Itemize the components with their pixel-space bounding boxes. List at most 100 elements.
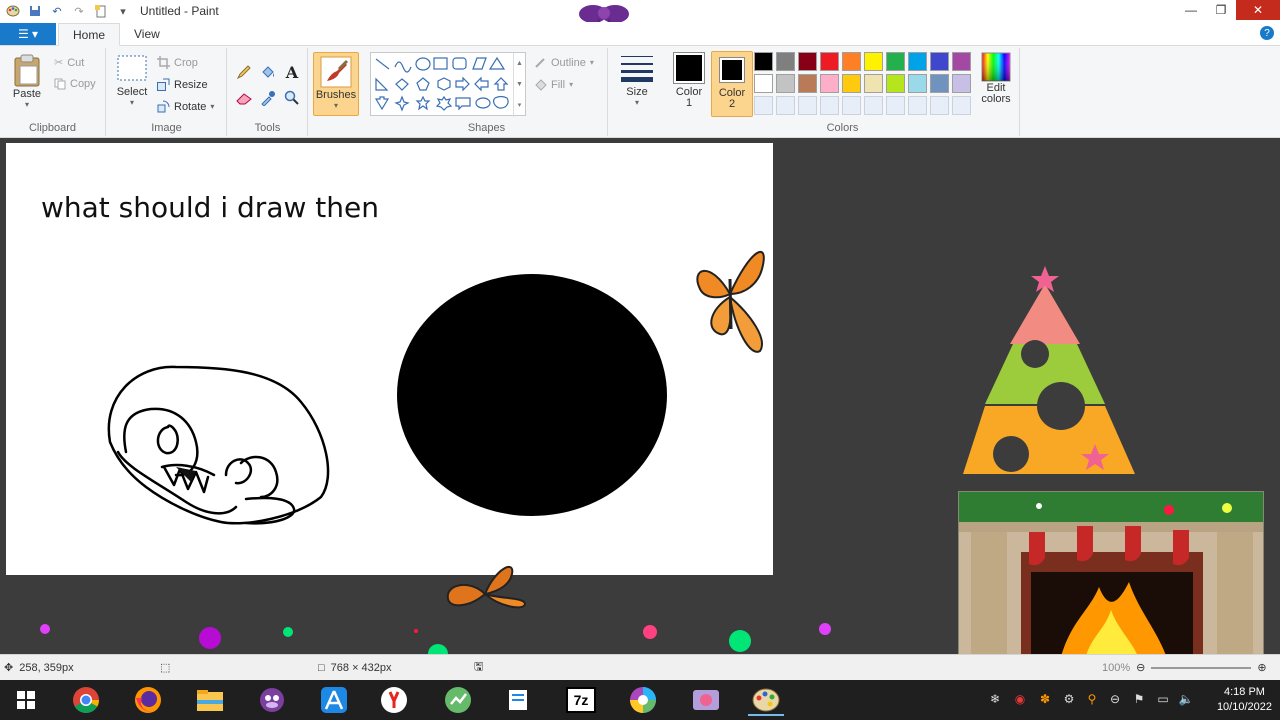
crop-button[interactable]: Crop	[157, 56, 198, 69]
close-button[interactable]: ✕	[1236, 0, 1280, 20]
paste-button[interactable]: Paste ▾	[8, 54, 46, 109]
volume-icon[interactable]: 🔈	[1177, 690, 1195, 708]
palette-color-swatch[interactable]	[798, 74, 817, 93]
palette-color-swatch[interactable]	[842, 52, 861, 71]
select-button[interactable]: Select ▾	[113, 54, 151, 107]
custom-color-slot[interactable]	[930, 96, 949, 115]
zoom-in-icon[interactable]: ⊕	[1257, 661, 1266, 674]
flag-icon[interactable]: ⚑	[1130, 690, 1148, 708]
yandex-icon[interactable]	[376, 684, 412, 716]
help-icon[interactable]: ?	[1260, 26, 1274, 40]
palette-color-swatch[interactable]	[886, 52, 905, 71]
drawing-canvas[interactable]: what should i draw then	[6, 143, 773, 575]
search-tray-icon[interactable]: ⚲	[1083, 690, 1101, 708]
colors-group: Color 1 Color 2 Edit colors Colors	[666, 48, 1020, 136]
color-wheel-icon[interactable]	[625, 684, 661, 716]
paste-icon	[14, 54, 40, 87]
battery-icon[interactable]: ▭	[1154, 690, 1172, 708]
custom-color-slot[interactable]	[820, 96, 839, 115]
custom-color-slot[interactable]	[842, 96, 861, 115]
palette-color-swatch[interactable]	[952, 52, 971, 71]
firefox-icon[interactable]	[130, 684, 166, 716]
custom-color-slot[interactable]	[908, 96, 927, 115]
palette-color-swatch[interactable]	[930, 52, 949, 71]
palette-color-swatch[interactable]	[908, 74, 927, 93]
zoom-out-icon[interactable]: ⊖	[1136, 661, 1145, 674]
size-button[interactable]: Size ▾	[617, 52, 657, 107]
text-tool-icon[interactable]: A	[282, 62, 302, 82]
file-explorer-icon[interactable]	[192, 684, 228, 716]
resize-button[interactable]: Resize	[157, 78, 208, 91]
custom-color-slot[interactable]	[886, 96, 905, 115]
edit-colors-button[interactable]: Edit colors	[976, 52, 1016, 105]
media-app-icon[interactable]	[688, 684, 724, 716]
file-menu-button[interactable]: ☰ ▾	[0, 23, 56, 45]
restore-button[interactable]: ❐	[1206, 0, 1236, 20]
redo-icon[interactable]: ↷	[70, 3, 88, 19]
pencil-tool[interactable]	[234, 62, 254, 82]
color1-button[interactable]: Color 1	[670, 52, 708, 109]
palette-color-swatch[interactable]	[798, 52, 817, 71]
undo-icon[interactable]: ↶	[48, 3, 66, 19]
paint-app-icon[interactable]	[4, 3, 22, 19]
clock[interactable]: 4:18 PM 10/10/2022	[1217, 685, 1272, 715]
custom-color-slot[interactable]	[754, 96, 773, 115]
minimize-button[interactable]: —	[1176, 0, 1206, 20]
tab-home[interactable]: Home	[58, 23, 121, 46]
7zip-label: 7z	[566, 687, 596, 713]
windows-start-icon[interactable]	[8, 684, 44, 716]
palette-color-swatch[interactable]	[864, 52, 883, 71]
palette-color-swatch[interactable]	[754, 74, 773, 93]
fill-label: Fill	[551, 78, 566, 91]
outline-button[interactable]: Outline ▾	[534, 56, 594, 69]
chart-app-icon[interactable]	[440, 684, 476, 716]
shapes-scroll[interactable]: ▲ ▼ ▾	[513, 53, 525, 117]
palette-color-swatch[interactable]	[820, 52, 839, 71]
palette-color-swatch[interactable]	[776, 74, 795, 93]
palette-color-swatch[interactable]	[952, 74, 971, 93]
notes-icon[interactable]	[500, 684, 536, 716]
color-picker-tool[interactable]	[258, 88, 278, 108]
palette-color-swatch[interactable]	[820, 74, 839, 93]
custom-color-slot[interactable]	[776, 96, 795, 115]
tab-view[interactable]: View	[120, 22, 174, 45]
cut-button[interactable]: ✂ Cut	[54, 56, 84, 70]
rotate-button[interactable]: Rotate ▾	[157, 100, 214, 113]
tray-network-app-icon[interactable]: ⚙	[1060, 690, 1078, 708]
magnifier-tool[interactable]	[282, 88, 302, 108]
color2-button[interactable]: Color 2	[711, 51, 753, 117]
app-store-icon[interactable]	[316, 684, 352, 716]
bonzi-icon[interactable]	[254, 684, 290, 716]
palette-color-swatch[interactable]	[886, 74, 905, 93]
customize-toolbar-icon[interactable]: ▾	[114, 3, 132, 19]
tray-app-icon[interactable]: ◉	[1011, 690, 1029, 708]
save-icon[interactable]	[26, 3, 44, 19]
new-document-icon[interactable]	[92, 3, 110, 19]
palette-color-swatch[interactable]	[864, 74, 883, 93]
zoom-slider[interactable]	[1151, 666, 1252, 669]
sparkles-decoration	[40, 623, 831, 654]
copy-button[interactable]: Copy	[54, 78, 96, 90]
brushes-label: Brushes	[315, 89, 357, 101]
custom-color-slot[interactable]	[864, 96, 883, 115]
palette-color-swatch[interactable]	[930, 74, 949, 93]
eraser-tool[interactable]	[234, 88, 254, 108]
palette-color-swatch[interactable]	[842, 74, 861, 93]
paint-taskbar-icon[interactable]	[748, 684, 784, 716]
palette-color-swatch[interactable]	[908, 52, 927, 71]
eraser-icon	[236, 93, 252, 105]
palette-color-swatch[interactable]	[776, 52, 795, 71]
brushes-button[interactable]: Brushes ▾	[313, 52, 359, 116]
tray-minus-icon[interactable]: ⊖	[1106, 690, 1124, 708]
snowflake-icon[interactable]: ❄	[986, 690, 1004, 708]
chrome-icon[interactable]	[68, 684, 104, 716]
fill-tool[interactable]	[258, 62, 278, 82]
custom-color-slot[interactable]	[952, 96, 971, 115]
select-label: Select	[116, 86, 148, 98]
shapes-gallery: ▲ ▼ ▾	[370, 52, 526, 117]
butterfly-tray-icon[interactable]: ✽	[1036, 690, 1054, 708]
7zip-icon[interactable]: 7z	[563, 684, 599, 716]
fill-button[interactable]: Fill ▾	[534, 78, 573, 91]
palette-color-swatch[interactable]	[754, 52, 773, 71]
custom-color-slot[interactable]	[798, 96, 817, 115]
